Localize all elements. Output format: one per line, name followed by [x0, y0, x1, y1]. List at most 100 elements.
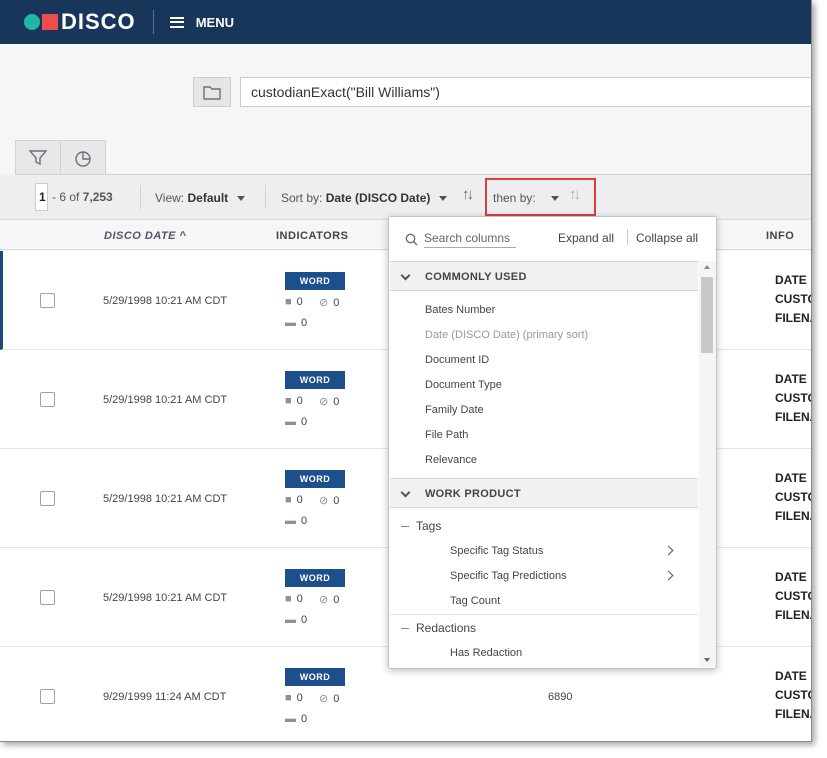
comment-count: ■ 0: [285, 692, 303, 704]
logo-text: DISCO: [61, 9, 136, 34]
group-divider: [390, 614, 698, 615]
folder-icon: [203, 85, 221, 100]
row-checkbox[interactable]: [40, 689, 55, 704]
tab-analytics[interactable]: [60, 140, 106, 175]
comment-icon: ■: [285, 296, 292, 308]
search-icon: [405, 233, 418, 246]
search-columns-input[interactable]: Search columns: [424, 231, 516, 248]
hamburger-icon: [169, 16, 184, 28]
option-document-id[interactable]: Document ID: [425, 354, 489, 366]
comment-count: ■ 0: [285, 593, 303, 605]
folder-icon: ▬: [285, 515, 296, 527]
option-relevance[interactable]: Relevance: [425, 454, 477, 466]
option-bates-number[interactable]: Bates Number: [425, 304, 495, 316]
column-header-date[interactable]: DISCO DATE ^: [104, 230, 187, 242]
comment-icon: ■: [285, 494, 292, 506]
folder-icon: ▬: [285, 317, 296, 329]
search-query-input[interactable]: custodianExact("Bill Williams"): [240, 77, 811, 107]
menu-button[interactable]: MENU: [169, 14, 234, 30]
section-title: WORK PRODUCT: [425, 488, 521, 500]
toolbar-divider: [140, 185, 141, 209]
paperclip-icon: ⊘: [319, 297, 329, 309]
scroll-up-icon[interactable]: [704, 265, 710, 269]
comment-count: ■ 0: [285, 395, 303, 407]
filter-icon: [29, 150, 47, 166]
folder-icon: ▬: [285, 713, 296, 725]
row-checkbox[interactable]: [40, 491, 55, 506]
comment-count: ■ 0: [285, 296, 303, 308]
chevron-right-icon[interactable]: [663, 570, 674, 581]
row-checkbox[interactable]: [40, 590, 55, 605]
chevron-down-icon: [438, 196, 447, 202]
group-label: Redactions: [416, 621, 477, 635]
tab-filters[interactable]: [15, 140, 61, 175]
scroll-down-icon[interactable]: [704, 658, 710, 662]
row-extra-value: 6890: [548, 691, 573, 703]
option-disco-date-primary: Date (DISCO Date) (primary sort): [425, 329, 589, 341]
paperclip-icon: ⊘: [319, 594, 329, 606]
collapse-all-button[interactable]: Collapse all: [636, 231, 698, 245]
folder-button[interactable]: [193, 77, 231, 107]
folder-count: ▬ 0: [285, 515, 308, 527]
column-header-indicators[interactable]: INDICATORS: [276, 230, 348, 242]
folder-count: ▬ 0: [285, 713, 308, 725]
folder-icon: ▬: [285, 416, 296, 428]
dropdown-header: Search columns Expand all Collapse all: [389, 217, 716, 261]
disco-logo[interactable]: DISCO: [24, 0, 136, 44]
column-header-info[interactable]: INFO: [766, 230, 794, 242]
group-tags[interactable]: Tags: [401, 519, 441, 533]
chevron-down-icon: [400, 487, 411, 498]
option-tag-count[interactable]: Tag Count: [450, 595, 500, 607]
then-by-highlight: [485, 178, 596, 216]
expand-all-button[interactable]: Expand all: [558, 231, 614, 245]
logo-dot-icon: [24, 14, 40, 30]
sort-asc-icon: ^: [179, 230, 187, 242]
sort-by-selector[interactable]: Sort by: Date (DISCO Date): [281, 191, 447, 205]
menu-label: MENU: [195, 14, 234, 30]
attachment-count: ⊘ 0: [319, 494, 340, 508]
option-specific-tag-predictions[interactable]: Specific Tag Predictions: [450, 570, 567, 582]
results-toolbar: 1 - 6 of 7,253 View: Default Sort by: Da…: [0, 175, 811, 220]
row-date: 5/29/1998 10:21 AM CDT: [103, 394, 228, 406]
app-window: DISCO MENU custodianExact("Bill Williams…: [0, 0, 812, 742]
option-specific-tag-status[interactable]: Specific Tag Status: [450, 545, 543, 557]
comment-icon: ■: [285, 692, 292, 704]
toolbar-divider: [265, 185, 266, 209]
option-document-type[interactable]: Document Type: [425, 379, 502, 391]
row-date: 5/29/1998 10:21 AM CDT: [103, 295, 228, 307]
group-redactions[interactable]: Redactions: [401, 621, 476, 635]
row-info: DATECUSTOFILENA: [775, 471, 811, 523]
row-checkbox[interactable]: [40, 392, 55, 407]
dropdown-scrollbar[interactable]: [699, 261, 716, 667]
top-nav-bar: DISCO MENU: [0, 0, 811, 44]
sort-direction-icon[interactable]: ↑↓: [462, 186, 474, 203]
option-family-date[interactable]: Family Date: [425, 404, 484, 416]
row-info: DATECUSTOFILENA: [775, 273, 811, 325]
collapse-dash-icon: [401, 526, 409, 528]
chevron-down-icon: [400, 270, 411, 281]
then-by-dropdown: Search columns Expand all Collapse all C…: [388, 216, 717, 669]
row-info: DATECUSTOFILENA: [775, 669, 811, 721]
option-file-path[interactable]: File Path: [425, 429, 468, 441]
attachment-count: ⊘ 0: [319, 296, 340, 310]
row-checkbox[interactable]: [40, 293, 55, 308]
paperclip-icon: ⊘: [319, 693, 329, 705]
section-work-product[interactable]: WORK PRODUCT: [390, 478, 698, 508]
chevron-right-icon[interactable]: [663, 545, 674, 556]
folder-count: ▬ 0: [285, 416, 308, 428]
doc-type-badge: WORD: [285, 272, 345, 290]
sort-by-label: Sort by:: [281, 191, 323, 205]
column-search[interactable]: Search columns: [405, 231, 516, 248]
page-range-suffix: - 6 of: [52, 190, 80, 204]
folder-count: ▬ 0: [285, 614, 308, 626]
section-commonly-used[interactable]: COMMONLY USED: [390, 261, 698, 291]
folder-icon: ▬: [285, 614, 296, 626]
logo-square-icon: [42, 14, 58, 30]
doc-type-badge: WORD: [285, 470, 345, 488]
row-info: DATECUSTOFILENA: [775, 570, 811, 622]
page-start-input[interactable]: 1: [35, 183, 48, 211]
doc-type-badge: WORD: [285, 668, 345, 686]
view-selector[interactable]: View: Default: [155, 191, 245, 205]
option-has-redaction[interactable]: Has Redaction: [450, 647, 522, 659]
scrollbar-thumb[interactable]: [701, 277, 713, 353]
